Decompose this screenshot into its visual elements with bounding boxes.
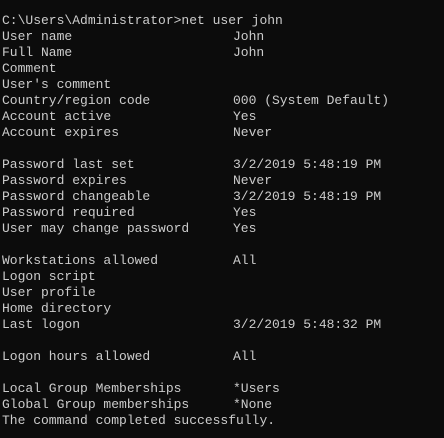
property-label: Password changeable	[2, 189, 151, 204]
property-label: Password last set	[2, 157, 135, 172]
console-line: Logon script	[2, 269, 444, 285]
property-label: Country/region code	[2, 93, 151, 108]
property-value: 3/2/2019 5:48:19 PM	[233, 189, 382, 204]
property-label: Password required	[2, 205, 135, 220]
property-value: *None	[233, 397, 273, 412]
console-line: Home directory	[2, 301, 444, 317]
console-line: Password last set 3/2/2019 5:48:19 PM	[2, 157, 444, 173]
property-label: Full Name	[2, 45, 73, 60]
property-value: Yes	[233, 221, 257, 236]
property-value: Yes	[233, 205, 257, 220]
property-label: Account active	[2, 109, 112, 124]
console-line: User's comment	[2, 77, 444, 93]
property-value: Yes	[233, 109, 257, 124]
property-label: Workstations allowed	[2, 253, 159, 268]
property-value: John	[233, 29, 265, 44]
property-label: Logon hours allowed	[2, 349, 151, 364]
property-value: All	[233, 349, 257, 364]
property-label: Comment	[2, 61, 57, 76]
property-label: Home directory	[2, 301, 112, 316]
property-label: User's comment	[2, 77, 112, 92]
console-line: User profile	[2, 285, 444, 301]
property-value: All	[233, 253, 257, 268]
property-label: Password expires	[2, 173, 127, 188]
console-line: Last logon 3/2/2019 5:48:32 PM	[2, 317, 444, 333]
console-line: Account expires Never	[2, 125, 444, 141]
console-line: Comment	[2, 61, 444, 77]
property-value: 000 (System Default)	[233, 93, 390, 108]
property-value: *Users	[233, 381, 280, 396]
console-line: User may change password Yes	[2, 221, 444, 237]
property-label: Last logon	[2, 317, 81, 332]
property-value: 3/2/2019 5:48:19 PM	[233, 157, 382, 172]
console-line: Country/region code 000 (System Default)	[2, 93, 444, 109]
console-line: Global Group memberships *None	[2, 397, 444, 413]
property-value: Never	[233, 173, 273, 188]
console-line: Local Group Memberships *Users	[2, 381, 444, 397]
console-line: User name John	[2, 29, 444, 45]
console-line: Password required Yes	[2, 205, 444, 221]
console-line: Workstations allowed All	[2, 253, 444, 269]
property-value: Never	[233, 125, 273, 140]
property-label: Global Group memberships	[2, 397, 190, 412]
property-value: 3/2/2019 5:48:32 PM	[233, 317, 382, 332]
console-text: The command completed successfully.	[2, 413, 276, 428]
console-line: Logon hours allowed All	[2, 349, 444, 365]
console-window[interactable]: C:\Users\Administrator>net user john User…	[0, 0, 444, 438]
command-prompt: C:\Users\Administrator>net user john	[2, 13, 283, 28]
property-label: Account expires	[2, 125, 120, 140]
property-value: John	[233, 45, 265, 60]
console-line: Full Name John	[2, 45, 444, 61]
console-line: Password expires Never	[2, 173, 444, 189]
console-line: Password changeable 3/2/2019 5:48:19 PM	[2, 189, 444, 205]
console-line: C:\Users\Administrator>net user john	[2, 13, 444, 29]
property-label: User name	[2, 29, 73, 44]
property-label: User profile	[2, 285, 96, 300]
property-label: Logon script	[2, 269, 96, 284]
property-label: Local Group Memberships	[2, 381, 182, 396]
property-label: User may change password	[2, 221, 190, 236]
console-line: Account active Yes	[2, 109, 444, 125]
console-line: The command completed successfully.	[2, 413, 444, 429]
